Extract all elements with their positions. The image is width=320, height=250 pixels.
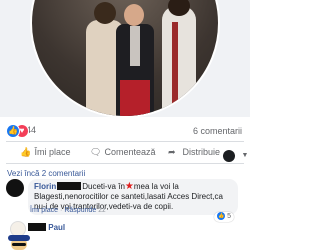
like-button[interactable]: 👍 Îmi place: [20, 147, 71, 158]
like-reaction-icon: 👍: [6, 124, 20, 138]
divider: [6, 141, 244, 142]
post-photo[interactable]: [30, 0, 220, 118]
comment-author[interactable]: Paul: [48, 223, 65, 232]
sticker-glasses: [12, 243, 26, 246]
sticker-image: [8, 235, 30, 250]
photo-person-middle-head: [124, 4, 144, 26]
share-button[interactable]: ➦ Distribuie: [168, 147, 220, 158]
photo-person-left-head: [94, 2, 116, 24]
comment-icon: 🗨: [90, 147, 102, 157]
comment-text-start: Duceti-va în: [82, 182, 125, 191]
comment-button[interactable]: 🗨 Comentează: [90, 147, 156, 158]
separator: ·: [60, 207, 63, 214]
profile-avatar: [223, 149, 235, 162]
view-more-comments-link[interactable]: Vezi încă 2 comentarii: [7, 169, 85, 178]
reactions-row: 👍 ♥ 44 6 comentarii: [0, 121, 250, 141]
star-sticker-icon: ★: [124, 181, 134, 192]
comment-item: Paul: [6, 221, 246, 250]
post-action-bar: 👍 Îmi place 🗨 Comentează ➦ Distribuie ▼: [0, 143, 250, 163]
comment-like-link[interactable]: Îmi place: [30, 207, 58, 214]
comment-meta: Îmi place · Răspunde 2z: [30, 207, 106, 214]
comment-item: Florin Duceti-va în★mea la voi la Blagest…: [6, 179, 246, 222]
comment-button-label: Comentează: [104, 147, 156, 157]
like-reaction-icon: 👍: [217, 212, 226, 221]
post-photo-area: [0, 0, 250, 118]
comment-author-row: Paul: [28, 223, 65, 232]
share-arrow-icon: ➦: [168, 147, 176, 157]
photo-person-right: [162, 6, 196, 116]
like-button-label: Îmi place: [34, 147, 71, 157]
redacted-name: [57, 182, 82, 190]
photo-person-middle-shirt: [130, 26, 140, 66]
redacted-name: [28, 223, 46, 231]
comments-count[interactable]: 6 comentarii: [193, 126, 242, 136]
comment-reaction-count: 5: [227, 213, 231, 220]
comment-author[interactable]: Florin: [34, 182, 56, 191]
share-button-label: Distribuie: [182, 147, 221, 157]
chevron-down-icon: ▼: [241, 152, 249, 160]
divider: [6, 163, 244, 164]
sticker-hat: [8, 235, 30, 241]
photo-person-middle-legs: [120, 80, 150, 116]
comment-time[interactable]: 2z: [98, 207, 105, 214]
avatar[interactable]: [6, 179, 24, 197]
comment-reply-link[interactable]: Răspunde: [64, 207, 96, 214]
photo-person-right-embroidery: [172, 22, 178, 112]
thumbs-up-icon: 👍: [20, 147, 32, 157]
